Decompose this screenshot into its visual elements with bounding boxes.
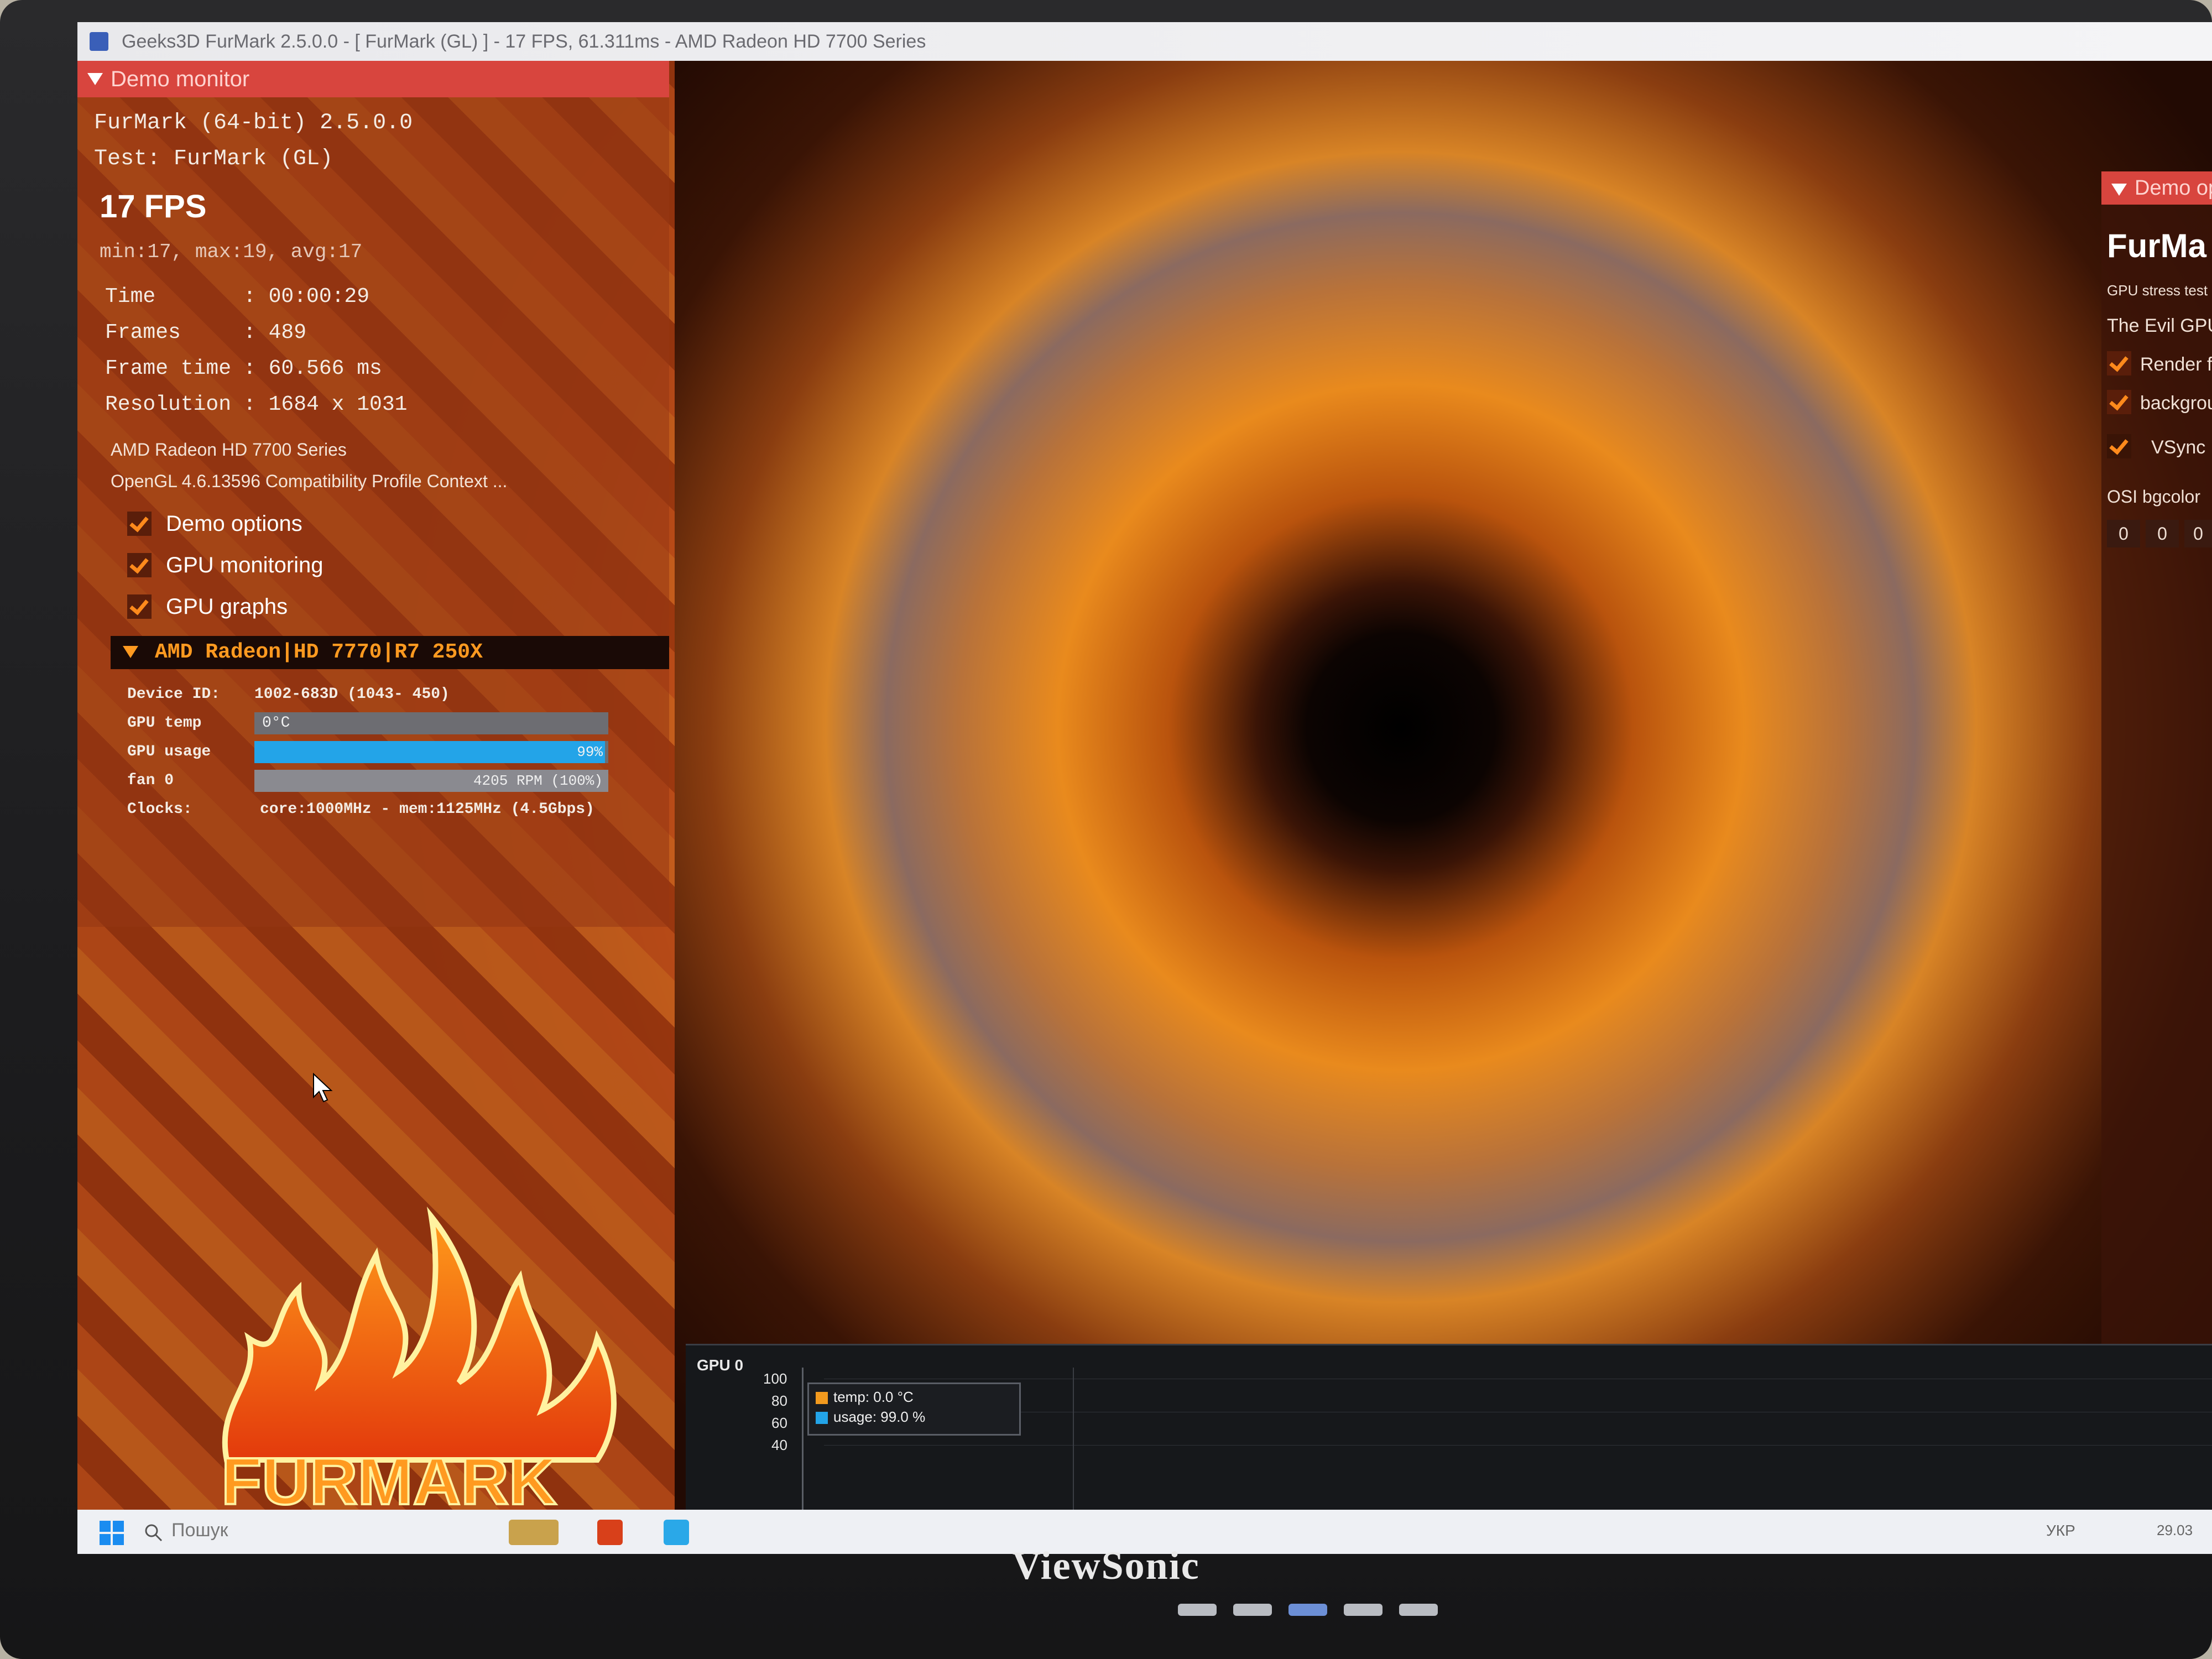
gpu-section-title: AMD Radeon|HD 7770|R7 250X: [155, 640, 483, 664]
tray-date[interactable]: 29.03: [2157, 1522, 2193, 1539]
monitor-button[interactable]: [1399, 1604, 1438, 1616]
furmark-logo: FURMARK: [220, 1206, 617, 1515]
checkbox-demo-options[interactable]: [127, 512, 152, 536]
graph-legend: temp: 0.0 °C usage: 99.0 %: [807, 1383, 1021, 1436]
window-title-bar[interactable]: Geeks3D FurMark 2.5.0.0 - [ FurMark (GL)…: [77, 22, 2212, 61]
demo-monitor-header[interactable]: Demo monitor: [77, 61, 669, 97]
fan-bar: 4205 RPM (100%): [254, 770, 608, 792]
gpu-usage-value: 99%: [577, 744, 603, 760]
gpu-monitoring-label: GPU monitoring: [166, 553, 324, 577]
osi-bgcolor-label: OSI bgcolor: [2107, 487, 2200, 507]
fan-value: 4205 RPM (100%): [473, 773, 603, 789]
active-app-taskbar-icon[interactable]: [664, 1520, 689, 1545]
graph-tick: 40: [771, 1437, 787, 1453]
clocks-label: Clocks:: [127, 801, 192, 818]
collapse-triangle-icon[interactable]: [2111, 184, 2127, 196]
graph-tick: 80: [771, 1392, 787, 1409]
checkbox-gpu-monitoring[interactable]: [127, 553, 152, 577]
device-id-label: Device ID:: [127, 686, 221, 703]
osi-g-input[interactable]: 0: [2146, 520, 2179, 547]
checkbox-vsync[interactable]: [2107, 434, 2131, 458]
evil-gpu-text: The Evil GPU: [2107, 315, 2212, 336]
monitor-power-button[interactable]: [1288, 1604, 1327, 1616]
collapse-triangle-icon[interactable]: [123, 646, 138, 658]
resolution-value: : 1684 x 1031: [243, 393, 408, 416]
render-fur-label: Render fur: [2140, 354, 2212, 375]
right-panel-subtitle: GPU stress test -: [2107, 282, 2212, 299]
fps-readout: 17 FPS: [100, 189, 207, 225]
monitor-brand-logo: ViewSonic: [1012, 1543, 1200, 1588]
osi-b-input[interactable]: 0: [2184, 520, 2212, 547]
monitor-button[interactable]: [1178, 1604, 1217, 1616]
temp-swatch: [816, 1392, 828, 1404]
window-title: Geeks3D FurMark 2.5.0.0 - [ FurMark (GL)…: [122, 31, 926, 52]
graph-tick: 60: [771, 1415, 787, 1431]
graph-axis: [802, 1368, 804, 1511]
usage-swatch: [816, 1412, 828, 1424]
demo-monitor-title: Demo monitor: [111, 67, 250, 91]
legend-temp: temp: 0.0 °C: [833, 1389, 914, 1405]
gpu-usage-bar-fill: [254, 741, 605, 763]
monitor-button[interactable]: [1233, 1604, 1272, 1616]
monitor-buttons: [1178, 1604, 1438, 1616]
checkbox-render-fur[interactable]: [2107, 351, 2131, 375]
monitor-button[interactable]: [1344, 1604, 1383, 1616]
time-value: : 00:00:29: [243, 285, 370, 309]
gpu-temp-value: 0°C: [262, 714, 290, 732]
resolution-label: Resolution: [105, 393, 232, 416]
furmark-taskbar-icon[interactable]: [597, 1520, 623, 1545]
gpu-section-header[interactable]: AMD Radeon|HD 7770|R7 250X: [111, 636, 669, 669]
windows-start-icon[interactable]: [100, 1521, 124, 1545]
checkbox-gpu-graphs[interactable]: [127, 594, 152, 619]
test-line: Test: FurMark (GL): [94, 147, 333, 171]
clocks-value: core:1000MHz - mem:1125MHz (4.5Gbps): [260, 801, 594, 818]
frametime-label: Frame time: [105, 357, 232, 380]
taskbar-search[interactable]: Пошук: [171, 1520, 228, 1541]
search-icon[interactable]: [144, 1523, 164, 1543]
demo-options-label: Demo options: [166, 512, 302, 536]
fan-label: fan 0: [127, 772, 174, 789]
fps-stats: min:17, max:19, avg:17: [100, 241, 363, 263]
gpu-name: AMD Radeon HD 7700 Series: [111, 440, 347, 460]
logo-text: FURMARK: [221, 1444, 557, 1515]
frames-value: : 489: [243, 321, 307, 345]
graph-gpu-label: GPU 0: [697, 1357, 744, 1374]
checkbox-background[interactable]: [2107, 390, 2131, 414]
device-id-value: 1002-683D (1043- 450): [254, 686, 450, 703]
right-panel-title: FurMa: [2107, 227, 2206, 264]
graph-divider: [1073, 1368, 1074, 1511]
background-label: backgroun: [2140, 393, 2212, 414]
demo-options-header-label: Demo op: [2135, 176, 2212, 200]
screen: Geeks3D FurMark 2.5.0.0 - [ FurMark (GL)…: [77, 22, 2212, 1554]
osi-r-input[interactable]: 0: [2107, 520, 2140, 547]
graph-tick: 100: [763, 1370, 787, 1387]
gpu-usage-label: GPU usage: [127, 743, 211, 760]
mouse-cursor-icon: [313, 1073, 333, 1103]
app-icon: [90, 32, 108, 51]
opengl-info: OpenGL 4.6.13596 Compatibility Profile C…: [111, 471, 508, 491]
collapse-triangle-icon[interactable]: [87, 73, 103, 85]
app-version-line: FurMark (64-bit) 2.5.0.0: [94, 111, 413, 135]
gpu-usage-bar: 99%: [254, 741, 608, 763]
time-label: Time: [105, 285, 156, 309]
widget-icon[interactable]: [509, 1520, 559, 1545]
gpu-temp-label: GPU temp: [127, 714, 202, 732]
gpu-temp-bar: 0°C: [254, 712, 608, 734]
graph-gridline: [824, 1445, 2212, 1446]
frametime-value: : 60.566 ms: [243, 357, 382, 380]
legend-usage: usage: 99.0 %: [833, 1408, 926, 1425]
tray-language[interactable]: УКР: [2046, 1522, 2075, 1540]
vsync-label: VSync: [2151, 437, 2206, 458]
demo-options-header[interactable]: Demo op: [2101, 171, 2212, 205]
frames-label: Frames: [105, 321, 181, 345]
gpu-graphs-label: GPU graphs: [166, 594, 288, 619]
